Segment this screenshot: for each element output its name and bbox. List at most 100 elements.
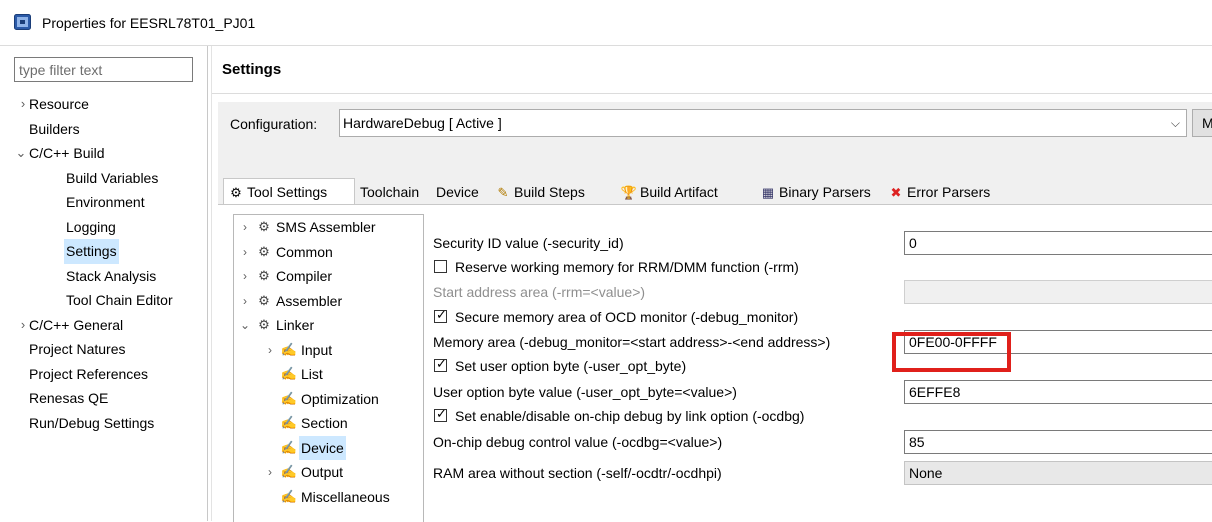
tree-item-sms-assembler[interactable]: › ⚙ SMS Assembler: [234, 215, 423, 240]
tree-item-device[interactable]: ✍ Device: [234, 435, 423, 460]
memory-area-highlight-box: [892, 332, 1011, 372]
nav-item-logging[interactable]: Logging: [0, 215, 207, 240]
tree-item-label: Output: [301, 464, 344, 480]
tree-item-label: Section: [301, 415, 348, 431]
filter-input[interactable]: [14, 57, 193, 82]
tab-error-parsers[interactable]: ✖ Error Parsers: [887, 180, 991, 204]
nav-item-stack-analysis[interactable]: Stack Analysis: [0, 264, 207, 289]
nav-item-environment[interactable]: Environment: [0, 190, 207, 215]
chevron-down-icon[interactable]: ⌄: [239, 313, 251, 338]
options-page-icon: ✍: [280, 439, 298, 455]
nav-item-label: Resource: [29, 96, 89, 112]
nav-item-run-debug-settings[interactable]: Run/Debug Settings: [0, 411, 207, 436]
tree-item-label: SMS Assembler: [276, 219, 376, 235]
tree-item-output[interactable]: › ✍ Output: [234, 460, 423, 485]
pane-sash[interactable]: [207, 46, 208, 521]
memory-area-label: Memory area (-debug_monitor=<start addre…: [433, 334, 831, 350]
tab-label: Device: [436, 184, 479, 200]
nav-item-label: Project Natures: [29, 341, 126, 357]
set-ocdbg-checkbox[interactable]: ✓: [434, 406, 447, 422]
tab-toolchain[interactable]: Toolchain: [360, 180, 419, 204]
set-user-opt-checkbox[interactable]: ✓: [434, 356, 447, 372]
tree-item-linker[interactable]: ⌄ ⚙ Linker: [234, 313, 423, 338]
tree-item-assembler[interactable]: › ⚙ Assembler: [234, 289, 423, 314]
user-opt-value-input[interactable]: 6EFFE8: [904, 380, 1212, 404]
configuration-select[interactable]: HardwareDebug [ Active ] ⌵: [339, 109, 1187, 137]
property-page-tree: › Resource Builders ⌄ C/C++ Build Build …: [0, 92, 207, 435]
nav-item-tool-chain-editor[interactable]: Tool Chain Editor: [0, 288, 207, 313]
tab-label: Build Artifact: [640, 184, 718, 200]
nav-item-label: Build Variables: [66, 169, 159, 186]
nav-item-label: Project References: [29, 365, 149, 382]
tab-tool-settings[interactable]: ⚙ Tool Settings: [223, 178, 355, 205]
chevron-right-icon[interactable]: ›: [239, 289, 251, 314]
nav-item-label: Logging: [66, 218, 116, 235]
tab-device[interactable]: Device: [436, 180, 479, 204]
chevron-right-icon[interactable]: ›: [239, 264, 251, 289]
chevron-down-icon: ⌵: [1170, 116, 1180, 130]
nav-item-renesas-qe[interactable]: Renesas QE: [0, 386, 207, 411]
nav-item-label: Environment: [66, 194, 145, 210]
tree-item-miscellaneous[interactable]: ✍ Miscellaneous: [234, 485, 423, 510]
nav-item-label: Tool Chain Editor: [66, 292, 173, 308]
tab-label: Error Parsers: [907, 184, 991, 200]
gear-icon: ⚙: [258, 219, 270, 234]
tree-item-list[interactable]: ✍ List: [234, 362, 423, 387]
manage-configurations-button[interactable]: Manage: [1192, 109, 1212, 137]
tab-binary-parsers[interactable]: ▦ Binary Parsers: [759, 180, 871, 204]
tab-build-artifact[interactable]: 🏆 Build Artifact: [620, 180, 718, 204]
tree-item-label: Compiler: [276, 268, 333, 284]
tree-item-compiler[interactable]: › ⚙ Compiler: [234, 264, 423, 289]
nav-item-settings[interactable]: Settings: [0, 239, 207, 264]
chevron-right-icon[interactable]: ›: [17, 92, 29, 117]
nav-item-cpp-general[interactable]: › C/C++ General: [0, 313, 207, 338]
nav-item-label: C/C++ Build: [29, 145, 105, 161]
nav-item-builders[interactable]: Builders: [0, 117, 207, 142]
tab-label: Build Steps: [514, 184, 585, 200]
checkmark-icon: ✓: [436, 406, 447, 421]
chevron-right-icon[interactable]: ›: [239, 240, 251, 265]
secure-ocd-checkbox[interactable]: ✓: [434, 307, 447, 323]
tree-item-label: Input: [301, 341, 333, 358]
nav-item-build-variables[interactable]: Build Variables: [0, 166, 207, 191]
options-page-icon: ✍: [280, 415, 298, 430]
chevron-down-icon[interactable]: ⌄: [15, 141, 27, 166]
tree-item-optimization[interactable]: ✍ Optimization: [234, 387, 423, 412]
chevron-right-icon[interactable]: ›: [17, 313, 29, 338]
start-address-input[interactable]: [904, 280, 1212, 304]
page-title: Settings: [222, 61, 282, 78]
tab-label: Toolchain: [360, 184, 420, 200]
nav-item-project-references[interactable]: Project References: [0, 362, 207, 387]
nav-item-project-natures[interactable]: Project Natures: [0, 337, 207, 362]
tab-strip: ⚙ Tool Settings Toolchain Device ✎ Build S…: [218, 178, 1212, 205]
reserve-rrm-checkbox[interactable]: [434, 260, 447, 273]
tree-item-input[interactable]: › ✍ Input: [234, 338, 423, 363]
chevron-right-icon[interactable]: ›: [239, 215, 251, 240]
gear-icon: ⚙: [258, 317, 270, 332]
build-artifact-icon: 🏆: [620, 185, 638, 200]
security-id-label: Security ID value (-security_id): [433, 235, 624, 251]
ram-area-select[interactable]: None: [904, 461, 1212, 485]
checkmark-icon: ✓: [436, 356, 447, 371]
tree-item-common[interactable]: › ⚙ Common: [234, 240, 423, 265]
page-header: Settings: [212, 46, 1212, 94]
security-id-input[interactable]: 0: [904, 231, 1212, 255]
tree-item-section[interactable]: ✍ Section: [234, 411, 423, 436]
chevron-right-icon[interactable]: ›: [264, 338, 276, 363]
nav-item-label: Run/Debug Settings: [29, 414, 155, 431]
set-user-opt-label: Set user option byte (-user_opt_byte): [455, 358, 687, 374]
nav-item-resource[interactable]: › Resource: [0, 92, 207, 117]
user-opt-value-label: User option byte value (-user_opt_byte=<…: [433, 384, 737, 400]
options-page-icon: ✍: [280, 390, 298, 406]
nav-item-cpp-build[interactable]: ⌄ C/C++ Build: [0, 141, 207, 166]
tree-item-label: List: [301, 366, 323, 382]
tree-item-label: Device: [299, 435, 346, 460]
tree-item-label: Miscellaneous: [301, 488, 390, 505]
ram-area-label: RAM area without section (-self/-ocdtr/-…: [433, 465, 722, 481]
tree-item-label: Linker: [276, 317, 315, 333]
chevron-right-icon[interactable]: ›: [264, 460, 276, 485]
gear-icon: ⚙: [258, 243, 270, 259]
tab-build-steps[interactable]: ✎ Build Steps: [494, 180, 585, 204]
tree-item-label: Optimization: [301, 390, 379, 407]
ocdbg-value-input[interactable]: 85: [904, 430, 1212, 454]
